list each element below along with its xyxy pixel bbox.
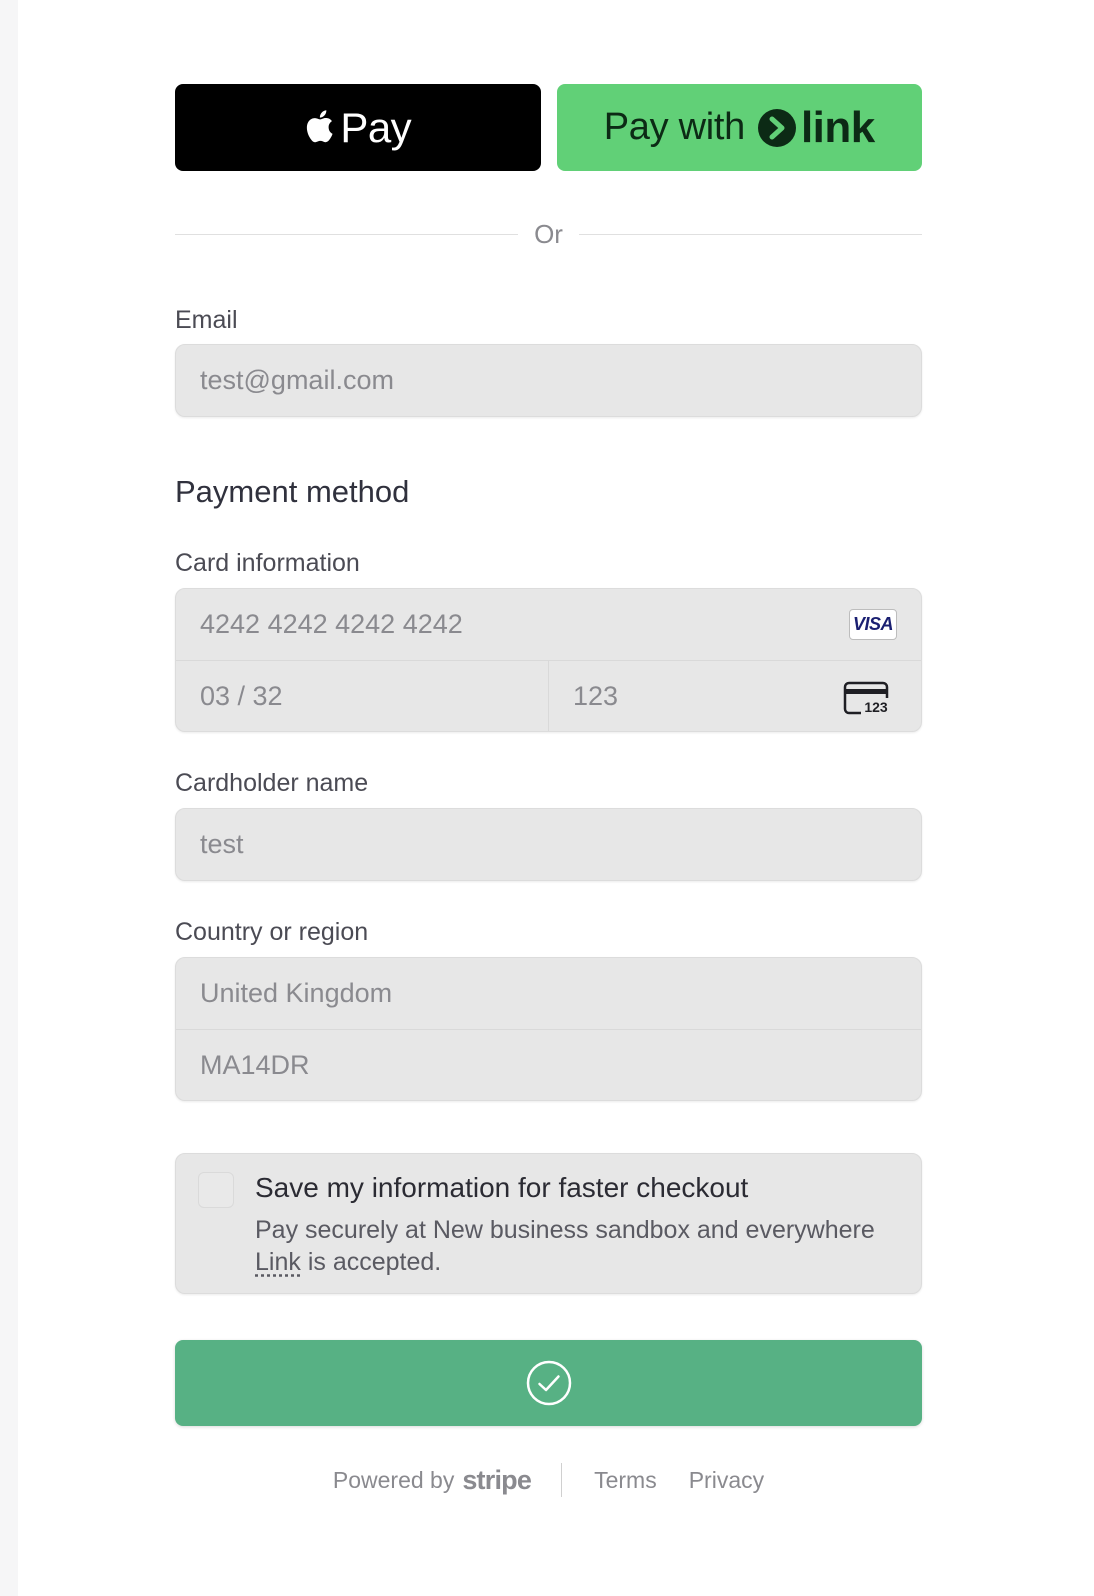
- express-checkout: Pay Pay with link: [175, 84, 922, 171]
- payment-method-title: Payment method: [175, 474, 410, 509]
- save-info-description: Pay securely at New business sandbox and…: [255, 1214, 875, 1278]
- pay-submit-button[interactable]: [175, 1340, 922, 1426]
- cardholder-name-field[interactable]: test: [175, 808, 922, 881]
- email-input[interactable]: test@gmail.com: [176, 345, 921, 416]
- save-info-title: Save my information for faster checkout: [255, 1172, 749, 1203]
- save-info-desc-text: Pay securely at New business sandbox and…: [255, 1216, 875, 1244]
- stripe-logo[interactable]: stripe: [462, 1465, 532, 1496]
- powered-by-text: Powered by: [332, 1466, 455, 1493]
- terms-link[interactable]: Terms: [594, 1467, 657, 1494]
- expiry-input[interactable]: 03 / 32: [176, 661, 548, 731]
- email-label: Email: [175, 306, 238, 334]
- apple-pay-label: Pay: [340, 103, 412, 151]
- country-label: Country or region: [175, 918, 369, 946]
- save-info-checkbox[interactable]: [198, 1172, 234, 1208]
- divider-line-right: [578, 233, 923, 235]
- visa-icon: VISA: [849, 609, 897, 640]
- apple-pay-button[interactable]: Pay: [175, 84, 541, 171]
- cardholder-name-input[interactable]: test: [176, 809, 921, 880]
- card-number-value: 4242 4242 4242 4242: [200, 609, 463, 639]
- card-expiry-cvc-row: 03 / 32 123 123: [176, 660, 921, 731]
- card-information-field: 4242 4242 4242 4242 VISA 03 / 32 123 123: [175, 588, 922, 732]
- pay-with-label: Pay with: [603, 106, 746, 148]
- footer: Powered by stripe Terms Privacy: [175, 1460, 922, 1500]
- cvc-icon-text: 123: [864, 699, 888, 715]
- pay-with-link-button[interactable]: Pay with link: [556, 84, 922, 171]
- expiry-value: 03 / 32: [200, 680, 283, 711]
- divider-line-left: [175, 233, 519, 235]
- save-info-box[interactable]: Save my information for faster checkout …: [175, 1153, 922, 1294]
- or-divider: Or: [175, 218, 923, 250]
- check-circle-icon: [526, 1360, 571, 1406]
- cvc-card-icon: 123: [843, 681, 891, 715]
- apple-logo-icon: [307, 109, 333, 142]
- footer-separator: [561, 1463, 563, 1497]
- card-information-label: Card information: [175, 549, 360, 577]
- cardholder-name-label: Cardholder name: [175, 769, 369, 797]
- email-field[interactable]: test@gmail.com: [175, 344, 922, 417]
- country-field: United Kingdom MA14DR: [175, 957, 922, 1101]
- save-info-desc-end: is accepted.: [307, 1248, 442, 1276]
- link-brand: link: [800, 102, 875, 152]
- or-text: Or: [534, 218, 563, 249]
- link-chevron-icon: [757, 108, 796, 147]
- cvc-value: 123: [573, 680, 619, 711]
- link-info-link[interactable]: Link: [255, 1248, 301, 1276]
- postal-code-input[interactable]: MA14DR: [176, 1029, 921, 1100]
- card-number-input[interactable]: 4242 4242 4242 4242 VISA: [176, 589, 921, 660]
- privacy-link[interactable]: Privacy: [689, 1467, 764, 1494]
- country-select[interactable]: United Kingdom: [176, 958, 921, 1029]
- cvc-input[interactable]: 123 123: [548, 661, 921, 731]
